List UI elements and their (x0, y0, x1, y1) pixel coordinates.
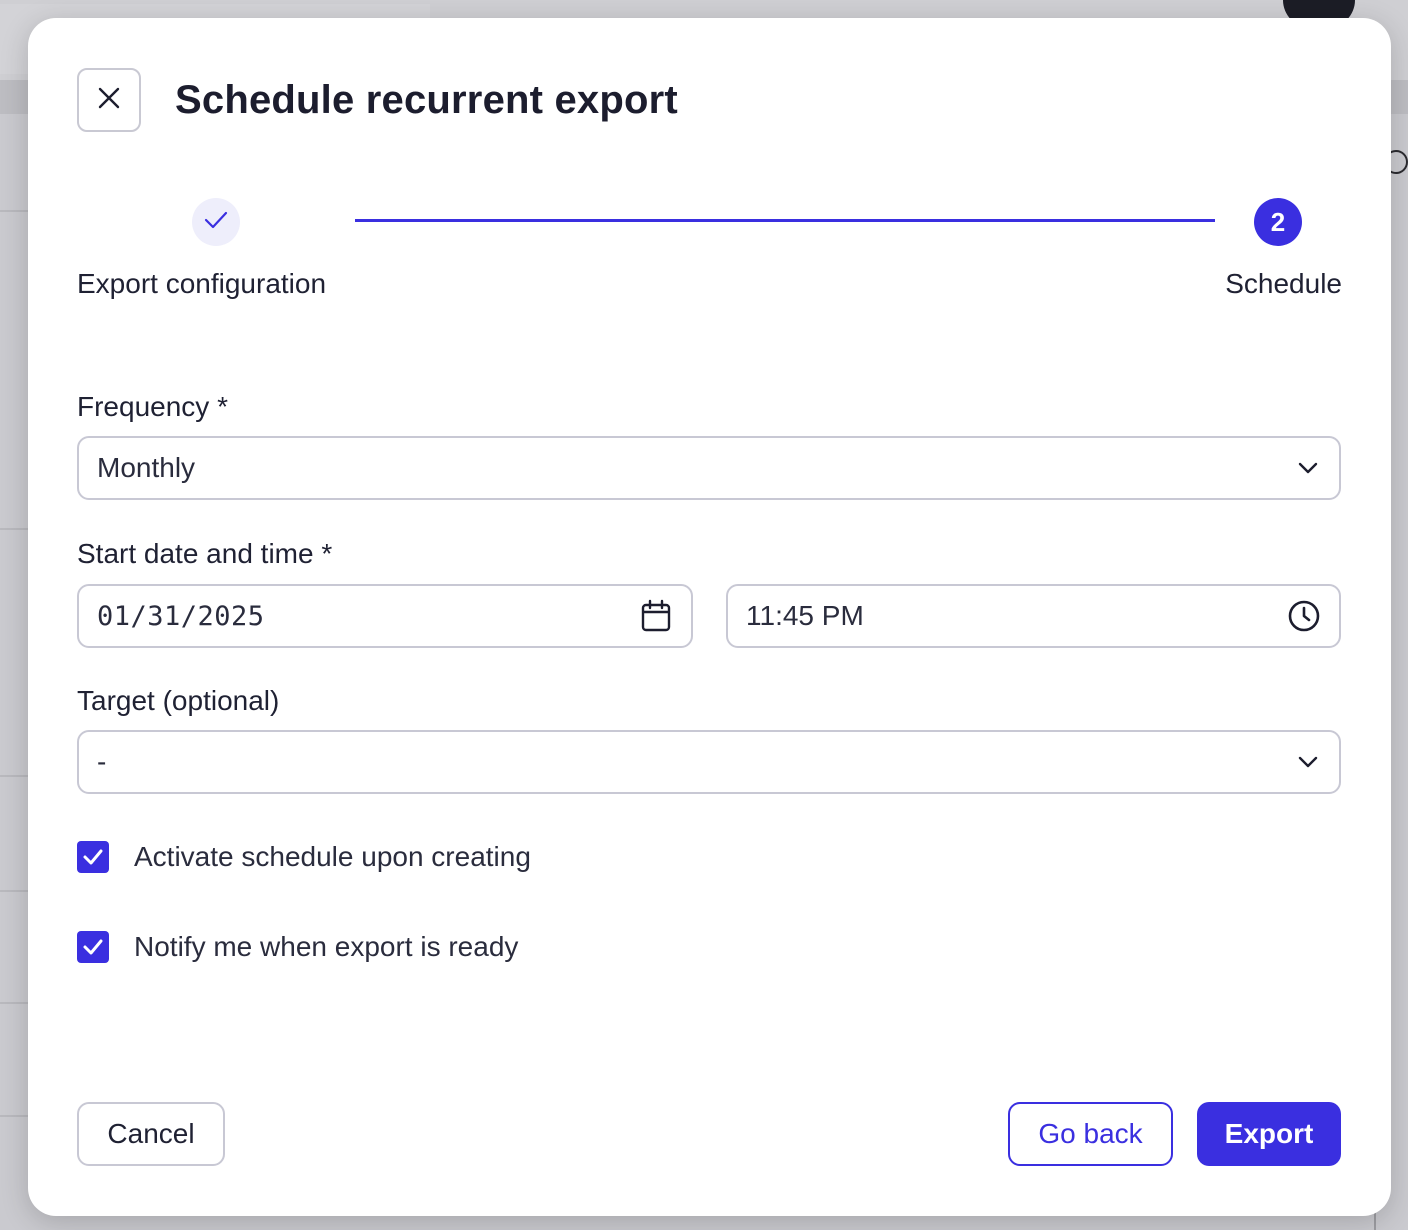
activate-schedule-checkbox[interactable] (77, 841, 109, 873)
calendar-icon[interactable] (639, 599, 673, 633)
step-1-completed-indicator (192, 198, 240, 246)
step-2-number: 2 (1270, 206, 1286, 237)
start-date-value: 01/31/2025 (97, 600, 265, 632)
check-icon (203, 207, 229, 238)
export-button[interactable]: Export (1197, 1102, 1341, 1166)
cancel-button[interactable]: Cancel (77, 1102, 225, 1166)
stepper-progress-line (355, 219, 1215, 222)
notify-ready-checkbox-row[interactable]: Notify me when export is ready (77, 930, 518, 964)
target-value: - (97, 746, 107, 777)
checkmark-icon (83, 849, 103, 865)
modal-title: Schedule recurrent export (175, 78, 678, 122)
target-select[interactable]: - (77, 730, 1341, 794)
start-date-input[interactable]: 01/31/2025 (77, 584, 693, 648)
chevron-down-icon (1295, 455, 1321, 481)
start-time-value: 11:45 PM (746, 600, 864, 631)
step-2-active-indicator: 2 (1254, 198, 1302, 246)
start-date-time-label: Start date and time * (77, 538, 333, 569)
chevron-down-icon (1295, 749, 1321, 775)
target-label: Target (optional) (77, 685, 280, 716)
notify-ready-label: Notify me when export is ready (134, 931, 519, 962)
step-2-label: Schedule (1225, 268, 1342, 299)
start-time-input[interactable]: 11:45 PM (726, 584, 1341, 648)
schedule-export-modal: Schedule recurrent export 2 Export confi… (28, 18, 1391, 1216)
close-button[interactable] (77, 68, 141, 132)
step-1-label: Export configuration (77, 268, 327, 299)
notify-ready-checkbox[interactable] (77, 931, 109, 963)
close-icon (97, 86, 121, 115)
frequency-value: Monthly (97, 452, 196, 483)
activate-schedule-label: Activate schedule upon creating (134, 841, 531, 872)
clock-icon[interactable] (1287, 599, 1321, 633)
checkmark-icon (83, 939, 103, 955)
frequency-label: Frequency * (77, 391, 228, 422)
go-back-button[interactable]: Go back (1008, 1102, 1173, 1166)
activate-schedule-checkbox-row[interactable]: Activate schedule upon creating (77, 840, 531, 874)
frequency-select[interactable]: Monthly (77, 436, 1341, 500)
